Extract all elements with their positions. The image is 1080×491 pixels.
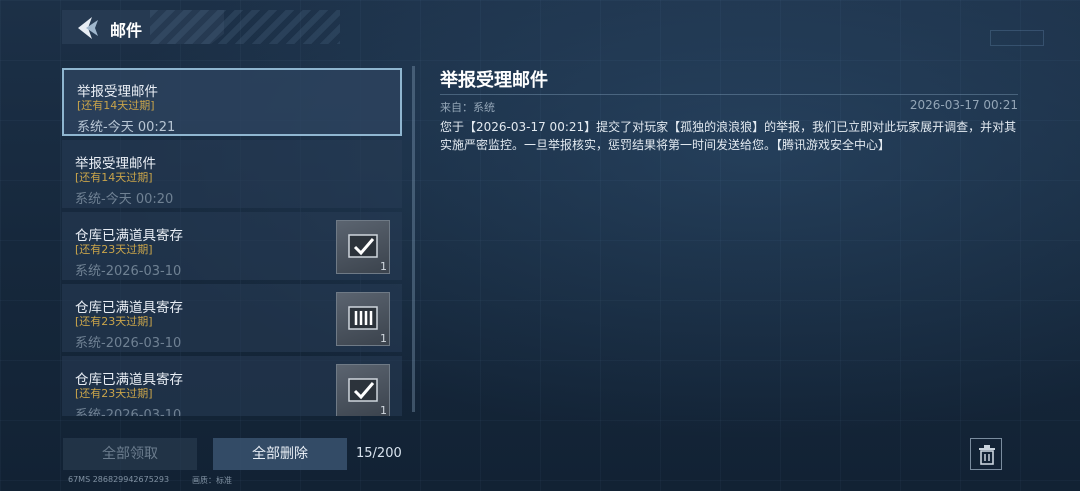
item-crate-icon <box>348 378 378 402</box>
mail-expire: [还有23天过期] <box>75 243 153 256</box>
mail-expire: [还有14天过期] <box>75 171 153 184</box>
item-crate-icon <box>348 306 378 330</box>
delete-mail-button[interactable] <box>970 438 1002 470</box>
footer-quality: 画质：标准 <box>192 476 232 485</box>
attachment-count: 1 <box>380 332 387 345</box>
mail-meta: 系统-2026-03-10 <box>75 408 182 416</box>
mail-meta: 系统-2026-03-10 <box>75 264 182 279</box>
mail-item[interactable]: 举报受理邮件 [还有14天过期] 系统-今天 00:20 <box>62 140 402 208</box>
mail-item[interactable]: 仓库已满道具寄存 [还有23天过期] 系统-2026-03-10 1 <box>62 212 402 280</box>
detail-time: 2026-03-17 00:21 <box>909 98 1018 112</box>
attachment-slot[interactable]: 1 <box>336 364 390 416</box>
mail-list-scrollbar[interactable] <box>412 66 415 412</box>
mail-meta: 系统-今天 00:21 <box>77 120 176 135</box>
detail-divider <box>440 94 1018 95</box>
detail-body: 您于【2026-03-17 00:21】提交了对玩家【孤独的浪浪狼】的举报，我们… <box>440 120 1017 152</box>
hud-decoration <box>990 30 1044 46</box>
collect-all-button[interactable]: 全部领取 <box>63 438 197 470</box>
page-title: 邮件 <box>110 21 143 40</box>
mail-item[interactable]: 仓库已满道具寄存 [还有23天过期] 系统-2026-03-10 1 <box>62 356 402 416</box>
detail-title: 举报受理邮件 <box>440 70 548 91</box>
item-crate-icon <box>348 234 378 258</box>
mail-expire: [还有14天过期] <box>77 99 155 112</box>
attachment-slot[interactable]: 1 <box>336 220 390 274</box>
attachment-slot[interactable]: 1 <box>336 292 390 346</box>
header-stripes <box>150 10 340 44</box>
mail-list[interactable]: 举报受理邮件 [还有14天过期] 系统-今天 00:21 举报受理邮件 [还有1… <box>62 66 408 416</box>
mail-meta: 系统-今天 00:20 <box>75 192 174 207</box>
mail-expire: [还有23天过期] <box>75 387 153 400</box>
back-arrow-icon <box>78 17 98 39</box>
mail-meta: 系统-2026-03-10 <box>75 336 182 351</box>
mail-item-selected[interactable]: 举报受理邮件 [还有14天过期] 系统-今天 00:21 <box>62 68 402 136</box>
delete-all-button[interactable]: 全部删除 <box>213 438 347 470</box>
back-button[interactable] <box>72 14 100 42</box>
mail-count: 15/200 <box>356 446 402 461</box>
attachment-count: 1 <box>380 260 387 273</box>
detail-sender: 来自：系统 <box>440 101 495 114</box>
footer-info: 67MS 286829942675293 <box>68 475 170 484</box>
attachment-count: 1 <box>380 404 387 416</box>
trash-icon <box>979 445 995 465</box>
mail-expire: [还有23天过期] <box>75 315 153 328</box>
mail-item[interactable]: 仓库已满道具寄存 [还有23天过期] 系统-2026-03-10 1 <box>62 284 402 352</box>
